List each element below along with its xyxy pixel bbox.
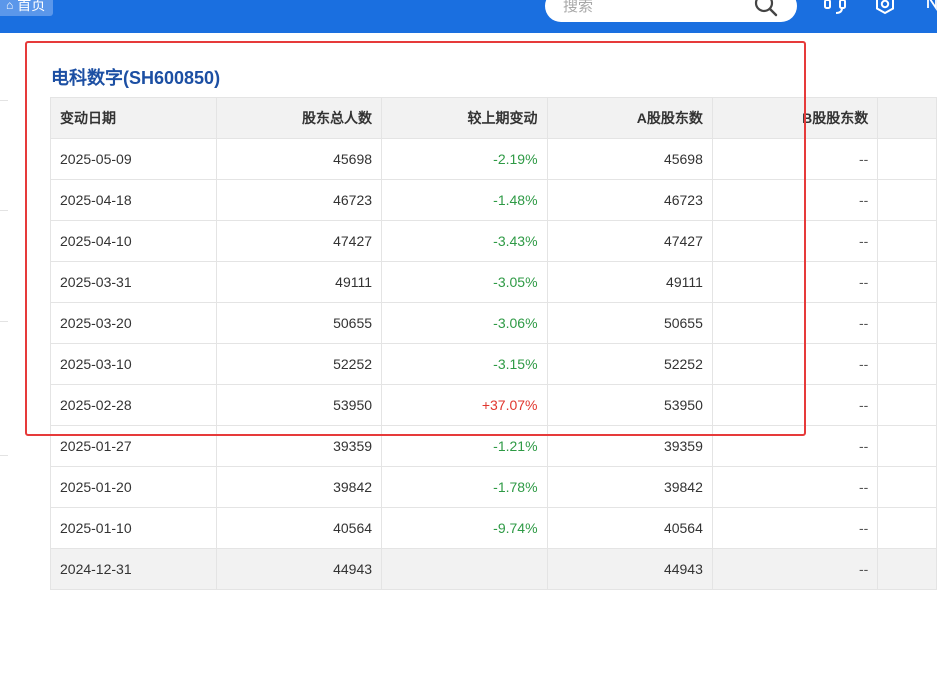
- table-row: 2025-03-31 49111 -3.05% 49111 --: [50, 261, 937, 303]
- cell-a-shares: 47427: [546, 220, 713, 262]
- cell-date: 2025-02-28: [50, 384, 217, 426]
- cell-b-shares: --: [711, 302, 879, 344]
- left-panel-divider: [0, 100, 8, 101]
- cell-change: -1.48%: [381, 179, 548, 221]
- cell-total: 46723: [215, 179, 383, 221]
- table-row: 2025-01-20 39842 -1.78% 39842 --: [50, 466, 937, 508]
- table-row: 2025-04-10 47427 -3.43% 47427 --: [50, 220, 937, 262]
- cell-change: +37.07%: [381, 384, 548, 426]
- table-row: 2025-01-27 39359 -1.21% 39359 --: [50, 425, 937, 467]
- left-panel-divider: [0, 321, 8, 322]
- search-input[interactable]: [563, 0, 743, 16]
- cell-overflow: [877, 343, 937, 385]
- cell-date: 2025-01-27: [50, 425, 217, 467]
- cell-total: 45698: [215, 138, 383, 180]
- cell-overflow: [877, 425, 937, 467]
- table-row: 2024-12-31 44943 44943 --: [50, 548, 937, 590]
- table-header-row: 变动日期 股东总人数 较上期变动 A股股东数 B股股东数: [50, 97, 937, 139]
- cell-a-shares: 46723: [546, 179, 713, 221]
- cell-date: 2024-12-31: [50, 548, 217, 590]
- cell-overflow: [877, 220, 937, 262]
- cell-b-shares: --: [711, 220, 879, 262]
- cell-total: 39842: [215, 466, 383, 508]
- cell-b-shares: --: [711, 384, 879, 426]
- cell-overflow: [877, 466, 937, 508]
- menu-icon[interactable]: [926, 0, 937, 16]
- cell-total: 39359: [215, 425, 383, 467]
- cell-total: 40564: [215, 507, 383, 549]
- table-row: 2025-05-09 45698 -2.19% 45698 --: [50, 138, 937, 180]
- cell-b-shares: --: [711, 466, 879, 508]
- col-header-overflow: [877, 97, 937, 139]
- cell-total: 52252: [215, 343, 383, 385]
- cell-change: -1.78%: [381, 466, 548, 508]
- cell-overflow: [877, 384, 937, 426]
- cell-a-shares: 45698: [546, 138, 713, 180]
- cell-date: 2025-01-10: [50, 507, 217, 549]
- search-icon[interactable]: [753, 0, 779, 18]
- cell-total: 47427: [215, 220, 383, 262]
- table-row: 2025-03-20 50655 -3.06% 50655 --: [50, 302, 937, 344]
- left-panel-divider: [0, 210, 8, 211]
- cell-change: -3.43%: [381, 220, 548, 262]
- cell-total: 44943: [215, 548, 383, 590]
- col-header-date[interactable]: 变动日期: [50, 97, 217, 139]
- table-row: 2025-04-18 46723 -1.48% 46723 --: [50, 179, 937, 221]
- cell-a-shares: 53950: [546, 384, 713, 426]
- cell-b-shares: --: [711, 261, 879, 303]
- cell-b-shares: --: [711, 343, 879, 385]
- left-panel-divider: [0, 455, 8, 456]
- home-icon: ⌂: [6, 0, 14, 12]
- headset-icon[interactable]: [822, 0, 848, 16]
- cell-overflow: [877, 261, 937, 303]
- cell-change: [381, 548, 548, 590]
- col-header-change[interactable]: 较上期变动: [381, 97, 548, 139]
- cell-overflow: [877, 179, 937, 221]
- cell-a-shares: 52252: [546, 343, 713, 385]
- cell-overflow: [877, 507, 937, 549]
- cell-date: 2025-05-09: [50, 138, 217, 180]
- table-row: 2025-03-10 52252 -3.15% 52252 --: [50, 343, 937, 385]
- cell-change: -3.15%: [381, 343, 548, 385]
- cell-change: -3.05%: [381, 261, 548, 303]
- cell-total: 49111: [215, 261, 383, 303]
- cell-a-shares: 39842: [546, 466, 713, 508]
- cell-change: -3.06%: [381, 302, 548, 344]
- home-label: 首页: [17, 0, 46, 13]
- cell-b-shares: --: [711, 507, 879, 549]
- table-row: 2025-01-10 40564 -9.74% 40564 --: [50, 507, 937, 549]
- cell-date: 2025-03-31: [50, 261, 217, 303]
- cell-b-shares: --: [711, 425, 879, 467]
- cell-a-shares: 44943: [546, 548, 713, 590]
- table-row: 2025-02-28 53950 +37.07% 53950 --: [50, 384, 937, 426]
- cell-date: 2025-03-10: [50, 343, 217, 385]
- cell-b-shares: --: [711, 138, 879, 180]
- cell-overflow: [877, 138, 937, 180]
- cell-total: 53950: [215, 384, 383, 426]
- cell-a-shares: 39359: [546, 425, 713, 467]
- home-button[interactable]: ⌂ 首页: [0, 0, 54, 16]
- col-header-a-share-holders[interactable]: A股股东数: [546, 97, 713, 139]
- cell-date: 2025-04-18: [50, 179, 217, 221]
- settings-icon[interactable]: [872, 0, 898, 16]
- cell-a-shares: 49111: [546, 261, 713, 303]
- cell-date: 2025-03-20: [50, 302, 217, 344]
- cell-change: -2.19%: [381, 138, 548, 180]
- cell-date: 2025-04-10: [50, 220, 217, 262]
- shareholder-table: 变动日期 股东总人数 较上期变动 A股股东数 B股股东数 2025-05-09 …: [50, 97, 937, 590]
- cell-date: 2025-01-20: [50, 466, 217, 508]
- cell-b-shares: --: [711, 179, 879, 221]
- col-header-b-share-holders[interactable]: B股股东数: [711, 97, 879, 139]
- cell-a-shares: 40564: [546, 507, 713, 549]
- col-header-total-holders[interactable]: 股东总人数: [215, 97, 383, 139]
- top-bar: ⌂ 首页: [0, 0, 937, 33]
- cell-b-shares: --: [711, 548, 879, 590]
- stock-title: 电科数字(SH600850): [51, 68, 221, 88]
- cell-a-shares: 50655: [546, 302, 713, 344]
- cell-change: -9.74%: [381, 507, 548, 549]
- cell-overflow: [877, 548, 937, 590]
- cell-overflow: [877, 302, 937, 344]
- cell-change: -1.21%: [381, 425, 548, 467]
- cell-total: 50655: [215, 302, 383, 344]
